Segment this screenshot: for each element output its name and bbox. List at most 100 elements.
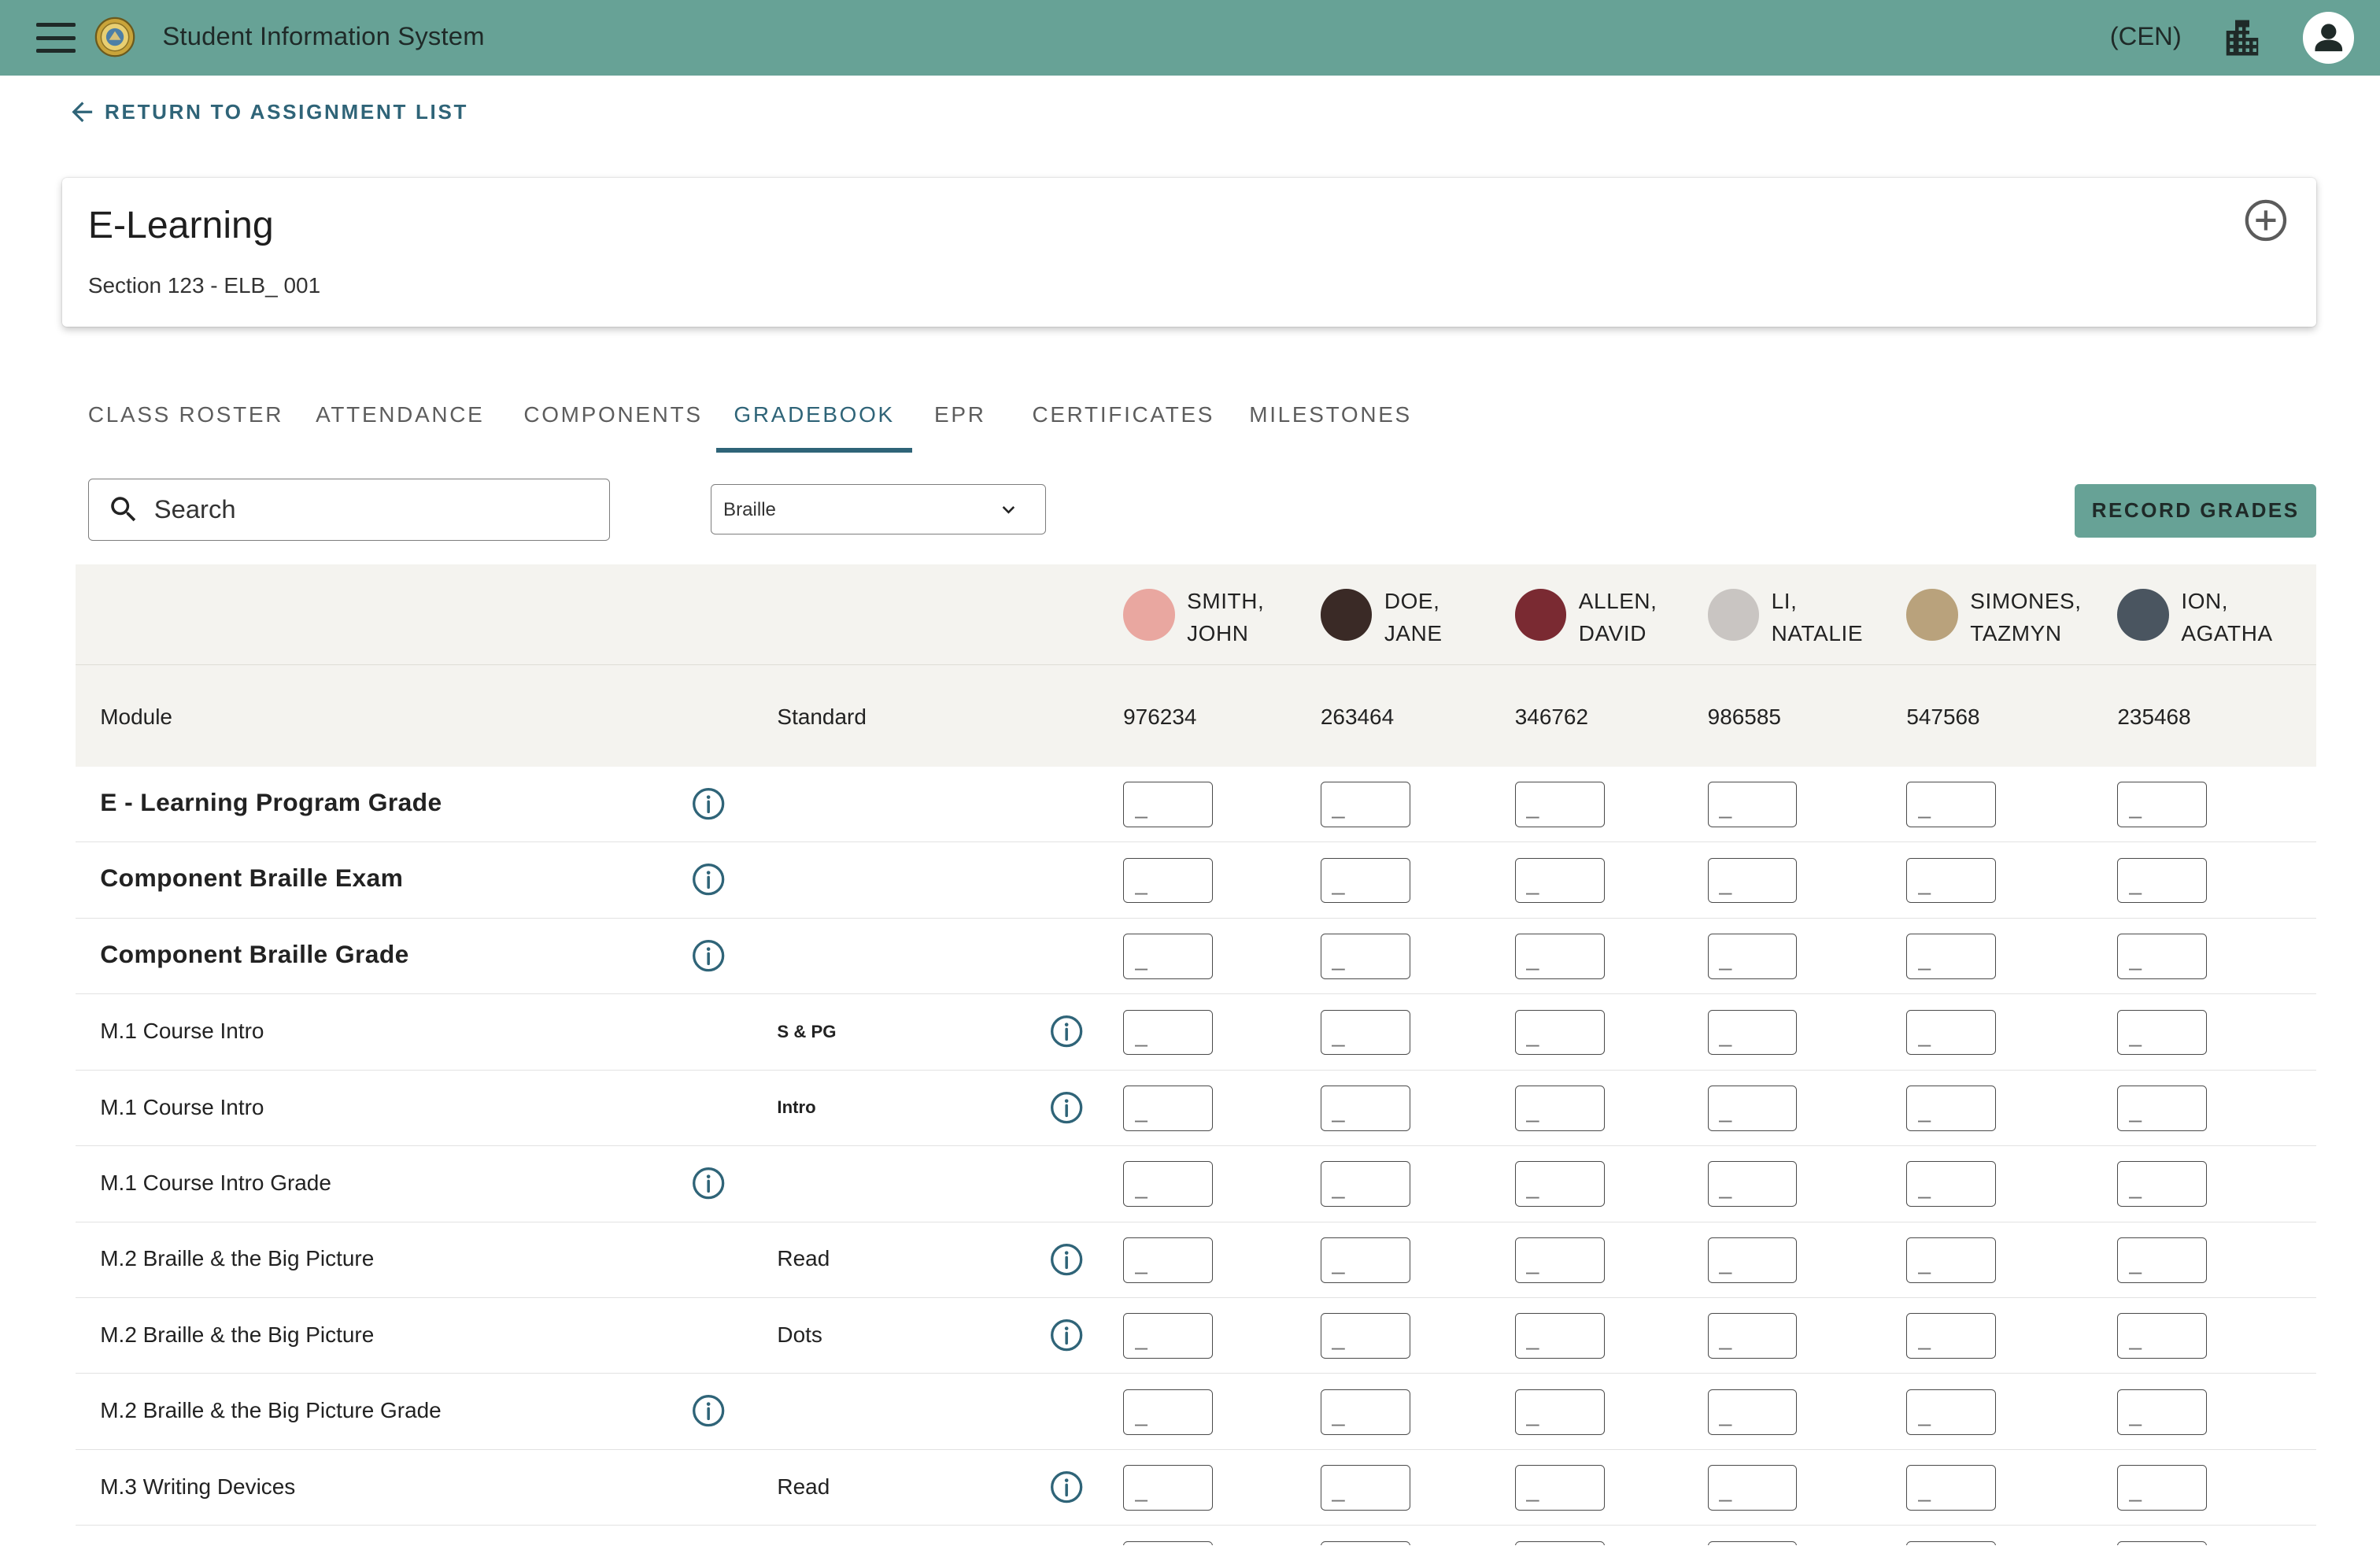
student-header[interactable]: SIMONES, TAZMYN — [1906, 586, 2081, 649]
grade-input[interactable] — [2117, 857, 2208, 904]
grade-input[interactable] — [2117, 1085, 2208, 1131]
grade-input[interactable] — [1320, 1237, 1410, 1283]
grade-input[interactable] — [1906, 1085, 1997, 1131]
tab-certificates[interactable]: CERTIFICATES — [1032, 392, 1212, 453]
grade-input[interactable] — [1320, 1085, 1410, 1131]
grade-input[interactable] — [1906, 857, 1997, 904]
grade-input[interactable] — [1707, 1313, 1798, 1359]
grade-input[interactable] — [2117, 782, 2208, 828]
menu-icon[interactable] — [36, 22, 76, 54]
return-to-assignment-list-link[interactable]: RETURN TO ASSIGNMENT LIST — [67, 97, 468, 128]
grade-input[interactable] — [1707, 1237, 1798, 1283]
grade-input[interactable] — [1906, 782, 1997, 828]
grade-input[interactable] — [1320, 782, 1410, 828]
grade-input[interactable] — [1906, 1161, 1997, 1208]
building-icon[interactable] — [2221, 17, 2264, 59]
grade-input[interactable] — [1906, 1465, 1997, 1511]
student-header[interactable]: DOE, JANE — [1320, 586, 1443, 649]
grade-input[interactable] — [1320, 1540, 1410, 1546]
grade-input[interactable] — [1320, 857, 1410, 904]
info-icon[interactable] — [691, 1166, 726, 1200]
grade-input[interactable] — [1514, 934, 1605, 979]
add-circle-icon[interactable] — [2243, 198, 2289, 243]
grade-input[interactable] — [1906, 1540, 1997, 1546]
grade-input[interactable] — [1514, 1161, 1605, 1208]
info-icon[interactable] — [1049, 1014, 1084, 1049]
grade-input[interactable] — [1906, 1237, 1997, 1283]
grade-input[interactable] — [1906, 1313, 1997, 1359]
grade-input[interactable] — [1707, 1009, 1798, 1056]
tab-epr[interactable]: EPR — [933, 392, 987, 453]
grade-input[interactable] — [1514, 1085, 1605, 1131]
grade-input[interactable] — [2117, 1313, 2208, 1359]
grade-input[interactable] — [1123, 934, 1213, 979]
grade-input[interactable] — [1123, 1237, 1213, 1283]
grade-input[interactable] — [1707, 857, 1798, 904]
record-grades-button[interactable]: RECORD GRADES — [2075, 484, 2317, 538]
grade-input[interactable] — [1320, 1389, 1410, 1435]
tab-gradebook[interactable]: GRADEBOOK — [716, 392, 912, 453]
grade-input[interactable] — [1707, 1085, 1798, 1131]
grade-input[interactable] — [1707, 782, 1798, 828]
grade-input[interactable] — [2117, 1009, 2208, 1056]
info-icon[interactable] — [691, 786, 726, 821]
grade-input[interactable] — [1514, 1237, 1605, 1283]
info-icon[interactable] — [691, 938, 726, 973]
info-icon[interactable] — [691, 1393, 726, 1428]
grade-input[interactable] — [1707, 934, 1798, 979]
info-icon[interactable] — [1049, 1318, 1084, 1352]
grade-input[interactable] — [1906, 934, 1997, 979]
tab-components[interactable]: COMPONENTS — [523, 392, 700, 453]
grade-input[interactable] — [2117, 1389, 2208, 1435]
grade-input[interactable] — [1514, 1009, 1605, 1056]
tab-attendance[interactable]: ATTENDANCE — [316, 392, 482, 453]
tab-milestones[interactable]: MILESTONES — [1249, 392, 1410, 453]
grade-input[interactable] — [1707, 1389, 1798, 1435]
grade-input[interactable] — [1320, 934, 1410, 979]
account-avatar[interactable] — [2302, 12, 2355, 64]
grade-input[interactable] — [1514, 1389, 1605, 1435]
grade-input[interactable] — [1320, 1313, 1410, 1359]
grade-input[interactable] — [1707, 1540, 1798, 1546]
grade-input[interactable] — [1514, 1540, 1605, 1546]
module-name: E - Learning Program Grade — [100, 787, 442, 816]
info-icon[interactable] — [1049, 1090, 1084, 1125]
grade-input[interactable] — [1123, 1009, 1213, 1056]
student-header[interactable]: SMITH, JOHN — [1123, 586, 1264, 649]
standard-column-header: Standard — [777, 704, 867, 729]
grade-input[interactable] — [1320, 1009, 1410, 1056]
info-icon[interactable] — [691, 862, 726, 897]
grade-input[interactable] — [2117, 1237, 2208, 1283]
search-input[interactable] — [153, 494, 579, 525]
grade-input[interactable] — [1514, 782, 1605, 828]
standard-filter-select[interactable]: Braille — [710, 484, 1046, 534]
grade-input[interactable] — [1707, 1465, 1798, 1511]
tab-class-roster[interactable]: CLASS ROSTER — [88, 392, 282, 453]
grade-input[interactable] — [1123, 1389, 1213, 1435]
grade-input[interactable] — [2117, 1540, 2208, 1546]
grade-input[interactable] — [2117, 934, 2208, 979]
grade-input[interactable] — [1906, 1389, 1997, 1435]
grade-input[interactable] — [1123, 1313, 1213, 1359]
info-icon[interactable] — [1049, 1242, 1084, 1277]
grade-input[interactable] — [1123, 1540, 1213, 1546]
grade-input[interactable] — [2117, 1161, 2208, 1208]
grade-input[interactable] — [1514, 1465, 1605, 1511]
grade-input[interactable] — [1123, 782, 1213, 828]
grade-input[interactable] — [1514, 857, 1605, 904]
student-id: 235468 — [2117, 704, 2191, 729]
student-header[interactable]: ION, AGATHA — [2117, 586, 2272, 649]
info-icon[interactable] — [1049, 1470, 1084, 1504]
student-header[interactable]: LI, NATALIE — [1707, 586, 1863, 649]
grade-input[interactable] — [1123, 1161, 1213, 1208]
grade-input[interactable] — [1123, 1465, 1213, 1511]
grade-input[interactable] — [1320, 1465, 1410, 1511]
grade-input[interactable] — [1906, 1009, 1997, 1056]
grade-input[interactable] — [2117, 1465, 2208, 1511]
grade-input[interactable] — [1123, 1085, 1213, 1131]
grade-input[interactable] — [1514, 1313, 1605, 1359]
student-header[interactable]: ALLEN, DAVID — [1514, 586, 1658, 649]
grade-input[interactable] — [1707, 1161, 1798, 1208]
grade-input[interactable] — [1320, 1161, 1410, 1208]
grade-input[interactable] — [1123, 857, 1213, 904]
